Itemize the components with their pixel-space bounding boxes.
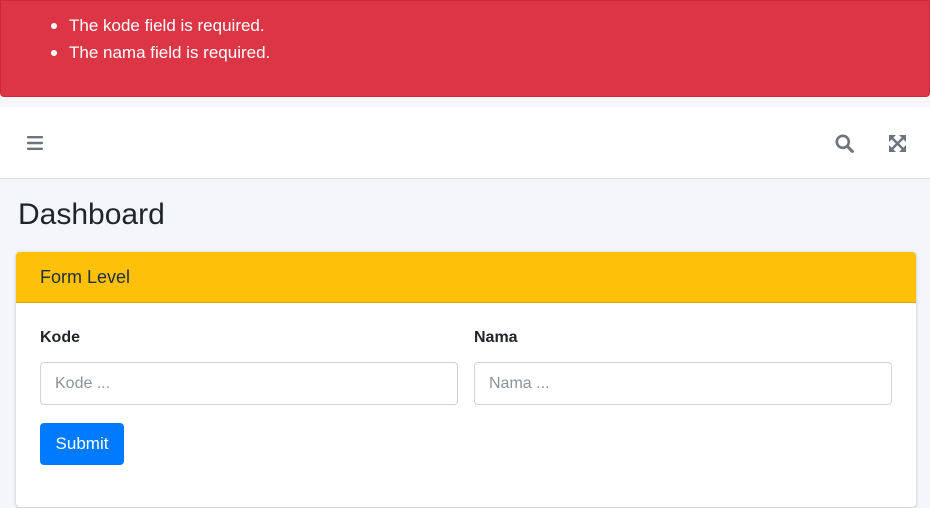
fullscreen-button[interactable] [877, 107, 917, 179]
bullet-icon [51, 23, 57, 29]
error-list: The kode field is required. The nama fie… [1, 12, 929, 66]
navbar-search-button[interactable] [824, 107, 864, 179]
error-alert: The kode field is required. The nama fie… [0, 0, 930, 97]
expand-arrows-icon [888, 134, 906, 152]
kode-label: Kode [40, 329, 80, 346]
nama-input[interactable] [474, 362, 892, 405]
error-item: The nama field is required. [1, 39, 929, 66]
form-card: Form Level Kode Nama Submit [16, 252, 916, 507]
error-item: The kode field is required. [1, 12, 929, 39]
search-icon [835, 134, 854, 153]
sidebar-toggle-button[interactable] [15, 107, 55, 179]
card-body: Kode Nama Submit [16, 303, 916, 507]
top-navbar [0, 107, 930, 179]
bullet-icon [51, 50, 57, 56]
nama-label: Nama [474, 329, 518, 346]
card-header: Form Level [16, 252, 916, 303]
hamburger-menu-icon [27, 136, 43, 150]
page-title: Dashboard [18, 198, 165, 231]
kode-input[interactable] [40, 362, 458, 405]
error-message: The kode field is required. [69, 16, 265, 35]
error-message: The nama field is required. [69, 43, 271, 62]
submit-button[interactable]: Submit [40, 423, 124, 465]
